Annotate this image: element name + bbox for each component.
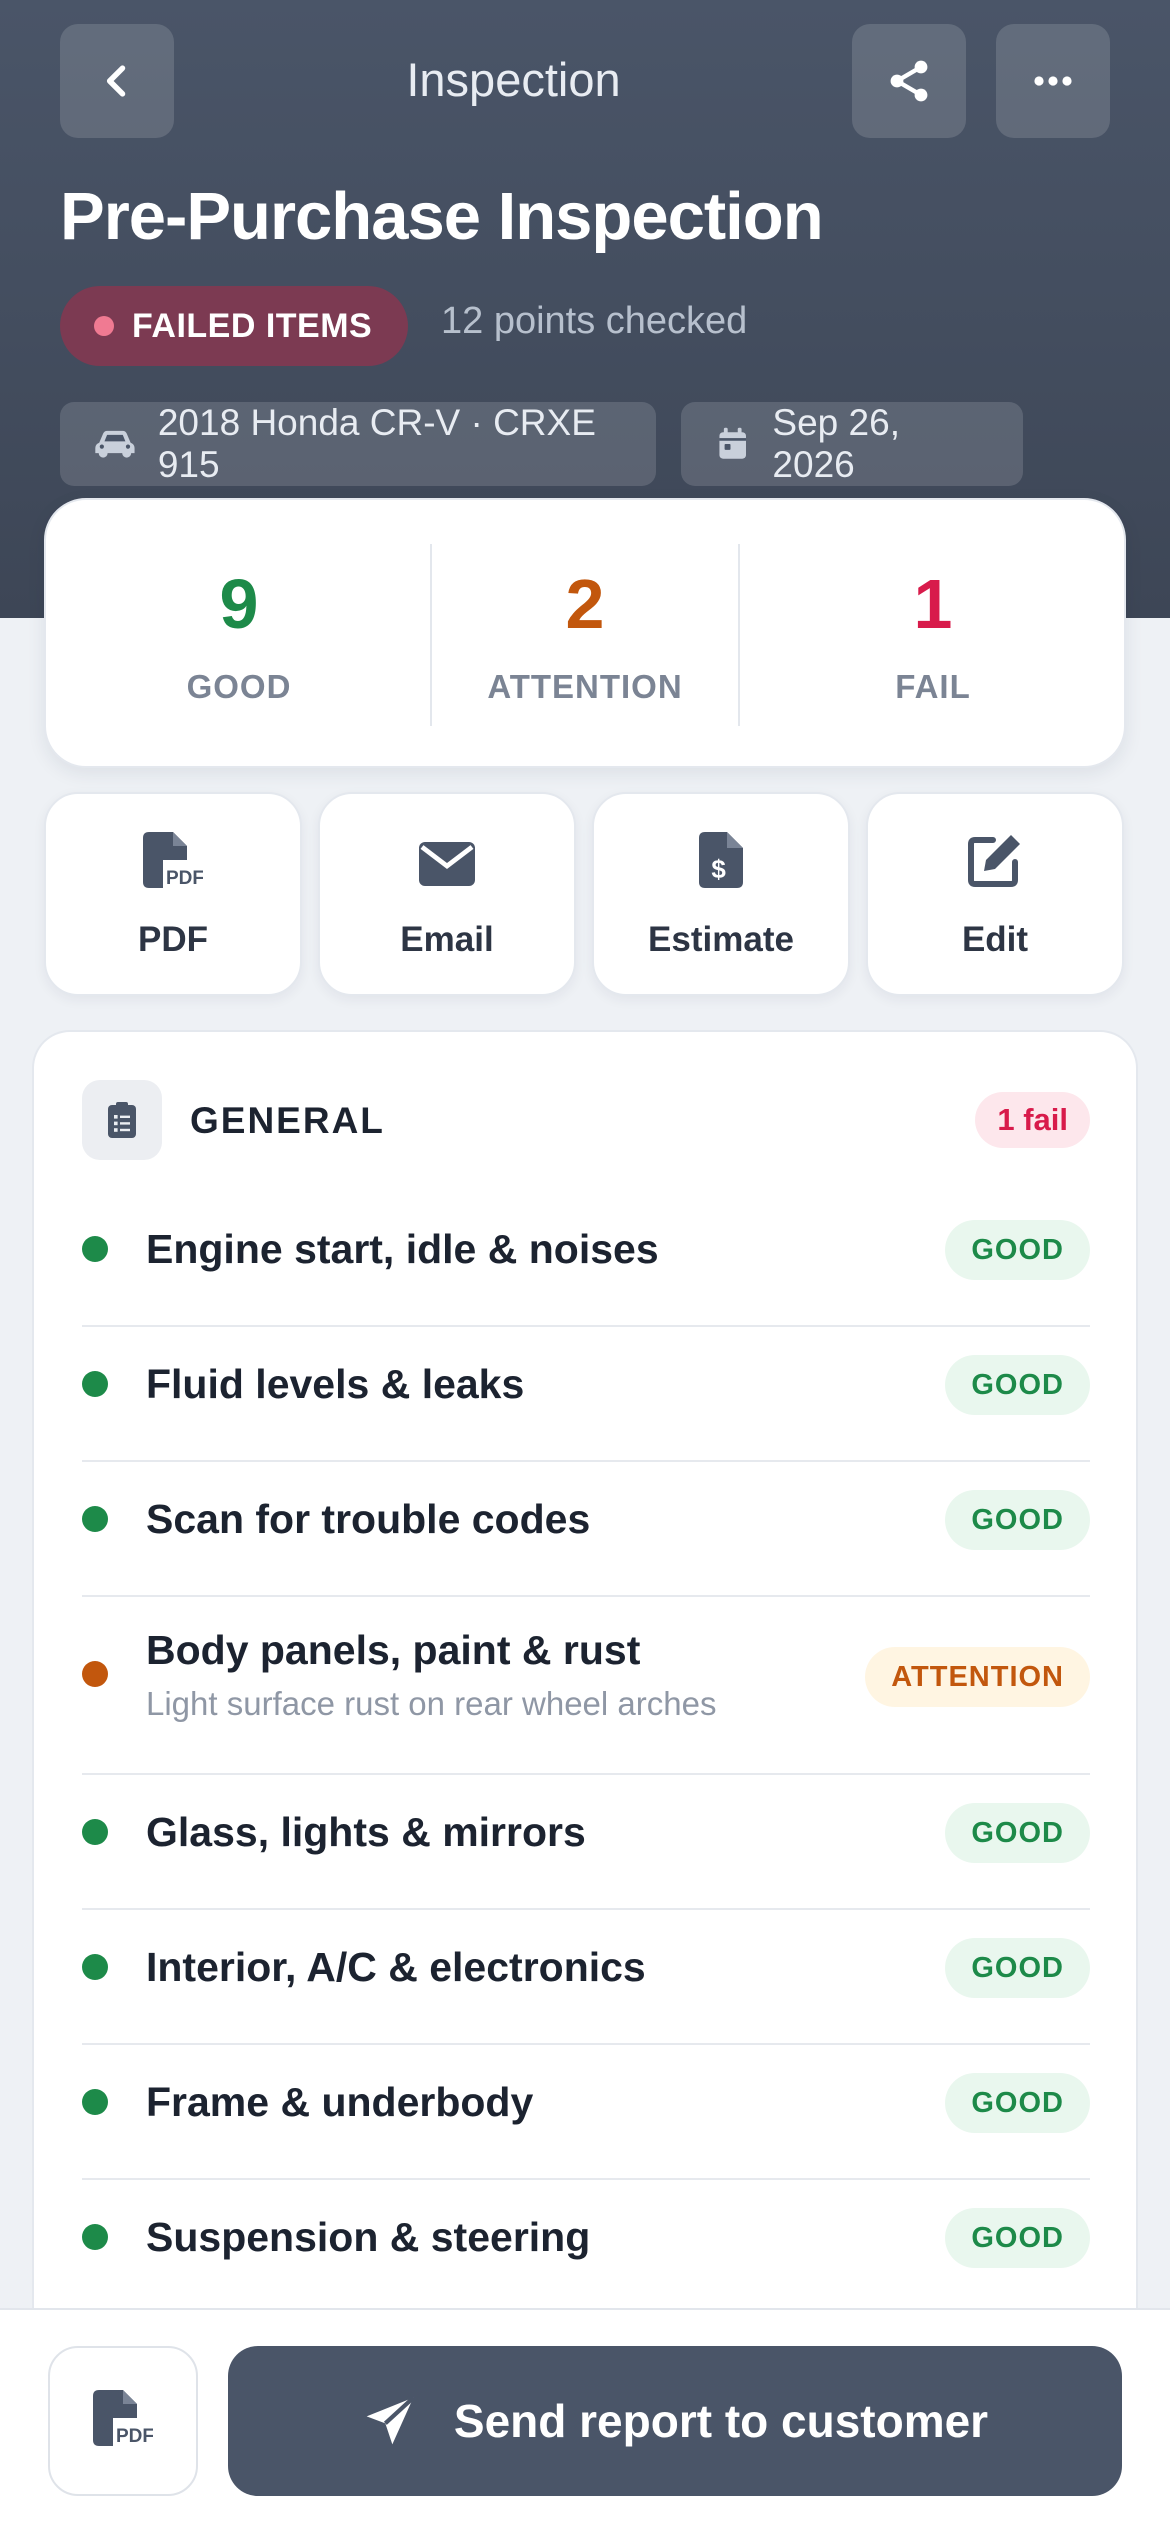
paper-plane-icon — [366, 2396, 415, 2445]
status-badge-good: GOOD — [945, 2208, 1090, 2268]
points-checked: 12 points checked — [441, 300, 748, 342]
item-title: Scan for trouble codes — [146, 1496, 591, 1542]
clipboard-list-icon — [108, 1102, 136, 1138]
status-badge-good: GOOD — [945, 2073, 1090, 2133]
share-button[interactable] — [852, 24, 966, 138]
edit-action-label: Edit — [961, 920, 1029, 959]
file-pdf-icon: PDF — [93, 2390, 153, 2447]
attention-count: 2 — [565, 565, 605, 643]
status-badge: FAILED ITEMS — [60, 286, 409, 366]
checklist-row[interactable]: Body panels, paint & rust Light surface … — [82, 1597, 1090, 1775]
status-badge-attention: ATTENTION — [865, 1647, 1090, 1707]
checklist-row[interactable]: Fluid levels & leaks GOOD — [82, 1327, 1090, 1462]
status-badge-good: GOOD — [945, 1220, 1090, 1280]
car-icon — [95, 430, 135, 458]
envelope-icon — [419, 842, 475, 886]
status-badge-good: GOOD — [945, 1490, 1090, 1550]
checklist-row[interactable]: Suspension & steering GOOD — [82, 2180, 1090, 2315]
estimate-action-label: Estimate — [648, 920, 794, 959]
status-dot-good — [82, 2089, 108, 2115]
stat-fail: 1 FAIL — [740, 500, 1126, 770]
date-label: Sep 26, 2026 — [772, 402, 900, 485]
status-dot-good — [82, 1819, 108, 1845]
item-title: Engine start, idle & noises — [146, 1226, 659, 1272]
share-icon — [890, 60, 928, 102]
status-dot-good — [82, 1236, 108, 1262]
status-dot-good — [82, 1954, 108, 1980]
stat-good: 9 GOOD — [46, 500, 432, 770]
date-chip: Sep 26, 2026 — [681, 402, 1023, 486]
good-label: GOOD — [186, 668, 292, 705]
status-badge-good: GOOD — [945, 1355, 1090, 1415]
section-card: GENERAL 1 fail Engine start, idle & nois… — [32, 1030, 1138, 2330]
pdf-action-label: PDF — [138, 920, 208, 959]
file-pdf-icon: PDF — [143, 832, 203, 889]
pdf-download-button[interactable]: PDF — [48, 2346, 198, 2496]
more-button[interactable] — [996, 24, 1110, 138]
send-report-button[interactable]: Send report to customer — [228, 2346, 1122, 2496]
fail-count: 1 — [913, 565, 953, 643]
estimate-action-button[interactable]: $ Estimate — [592, 792, 850, 996]
bottom-action-bar: PDF Send report to customer — [0, 2308, 1170, 2532]
email-action-label: Email — [400, 920, 494, 959]
status-dot-good — [82, 2224, 108, 2250]
status-dot — [94, 316, 114, 336]
status-dot-good — [82, 1371, 108, 1397]
checklist-row[interactable]: Glass, lights & mirrors GOOD — [82, 1775, 1090, 1910]
status-dot-attention — [82, 1661, 108, 1687]
attention-label: ATTENTION — [487, 668, 683, 705]
status-label: FAILED ITEMS — [132, 306, 373, 345]
item-title: Body panels, paint & rust — [146, 1627, 641, 1673]
good-count: 9 — [219, 565, 259, 643]
calendar-icon — [719, 427, 746, 459]
vehicle-chip: 2018 Honda CR-V · CRXE 915 — [60, 402, 656, 486]
checklist-row[interactable]: Frame & underbody GOOD — [82, 2045, 1090, 2180]
summary-card: 9 GOOD 2 ATTENTION 1 FAIL — [44, 498, 1126, 768]
status-badge-good: GOOD — [945, 1938, 1090, 1998]
svg-text:$: $ — [711, 854, 726, 884]
section-icon-box — [82, 1080, 162, 1160]
email-action-button[interactable]: Email — [318, 792, 576, 996]
checklist-row[interactable]: Interior, A/C & electronics GOOD — [82, 1910, 1090, 2045]
checklist-row[interactable]: Scan for trouble codes GOOD — [82, 1462, 1090, 1597]
item-title: Frame & underbody — [146, 2079, 534, 2125]
vehicle-label: 2018 Honda CR-V · CRXE 915 — [157, 402, 596, 485]
item-title: Interior, A/C & electronics — [146, 1944, 646, 1990]
stat-attention: 2 ATTENTION — [432, 500, 738, 770]
file-invoice-dollar-icon: $ — [699, 832, 743, 888]
section-title: GENERAL — [190, 1100, 385, 1141]
fail-label: FAIL — [895, 668, 971, 705]
item-note: Light surface rust on rear wheel arches — [146, 1685, 717, 1722]
edit-icon — [968, 835, 1020, 887]
svg-text:PDF: PDF — [116, 2426, 153, 2447]
svg-text:PDF: PDF — [166, 868, 203, 889]
send-report-label: Send report to customer — [453, 2395, 989, 2447]
page-title: Pre-Purchase Inspection — [60, 179, 824, 254]
item-title: Suspension & steering — [146, 2214, 591, 2260]
edit-action-button[interactable]: Edit — [866, 792, 1124, 996]
item-title: Glass, lights & mirrors — [146, 1809, 586, 1855]
checklist-row[interactable]: Engine start, idle & noises GOOD — [82, 1192, 1090, 1327]
section-fail-badge: 1 fail — [975, 1092, 1090, 1148]
pdf-action-button[interactable]: PDF PDF — [44, 792, 302, 996]
status-badge-good: GOOD — [945, 1803, 1090, 1863]
ellipsis-icon — [1034, 76, 1072, 86]
item-title: Fluid levels & leaks — [146, 1361, 525, 1407]
status-dot-good — [82, 1506, 108, 1532]
